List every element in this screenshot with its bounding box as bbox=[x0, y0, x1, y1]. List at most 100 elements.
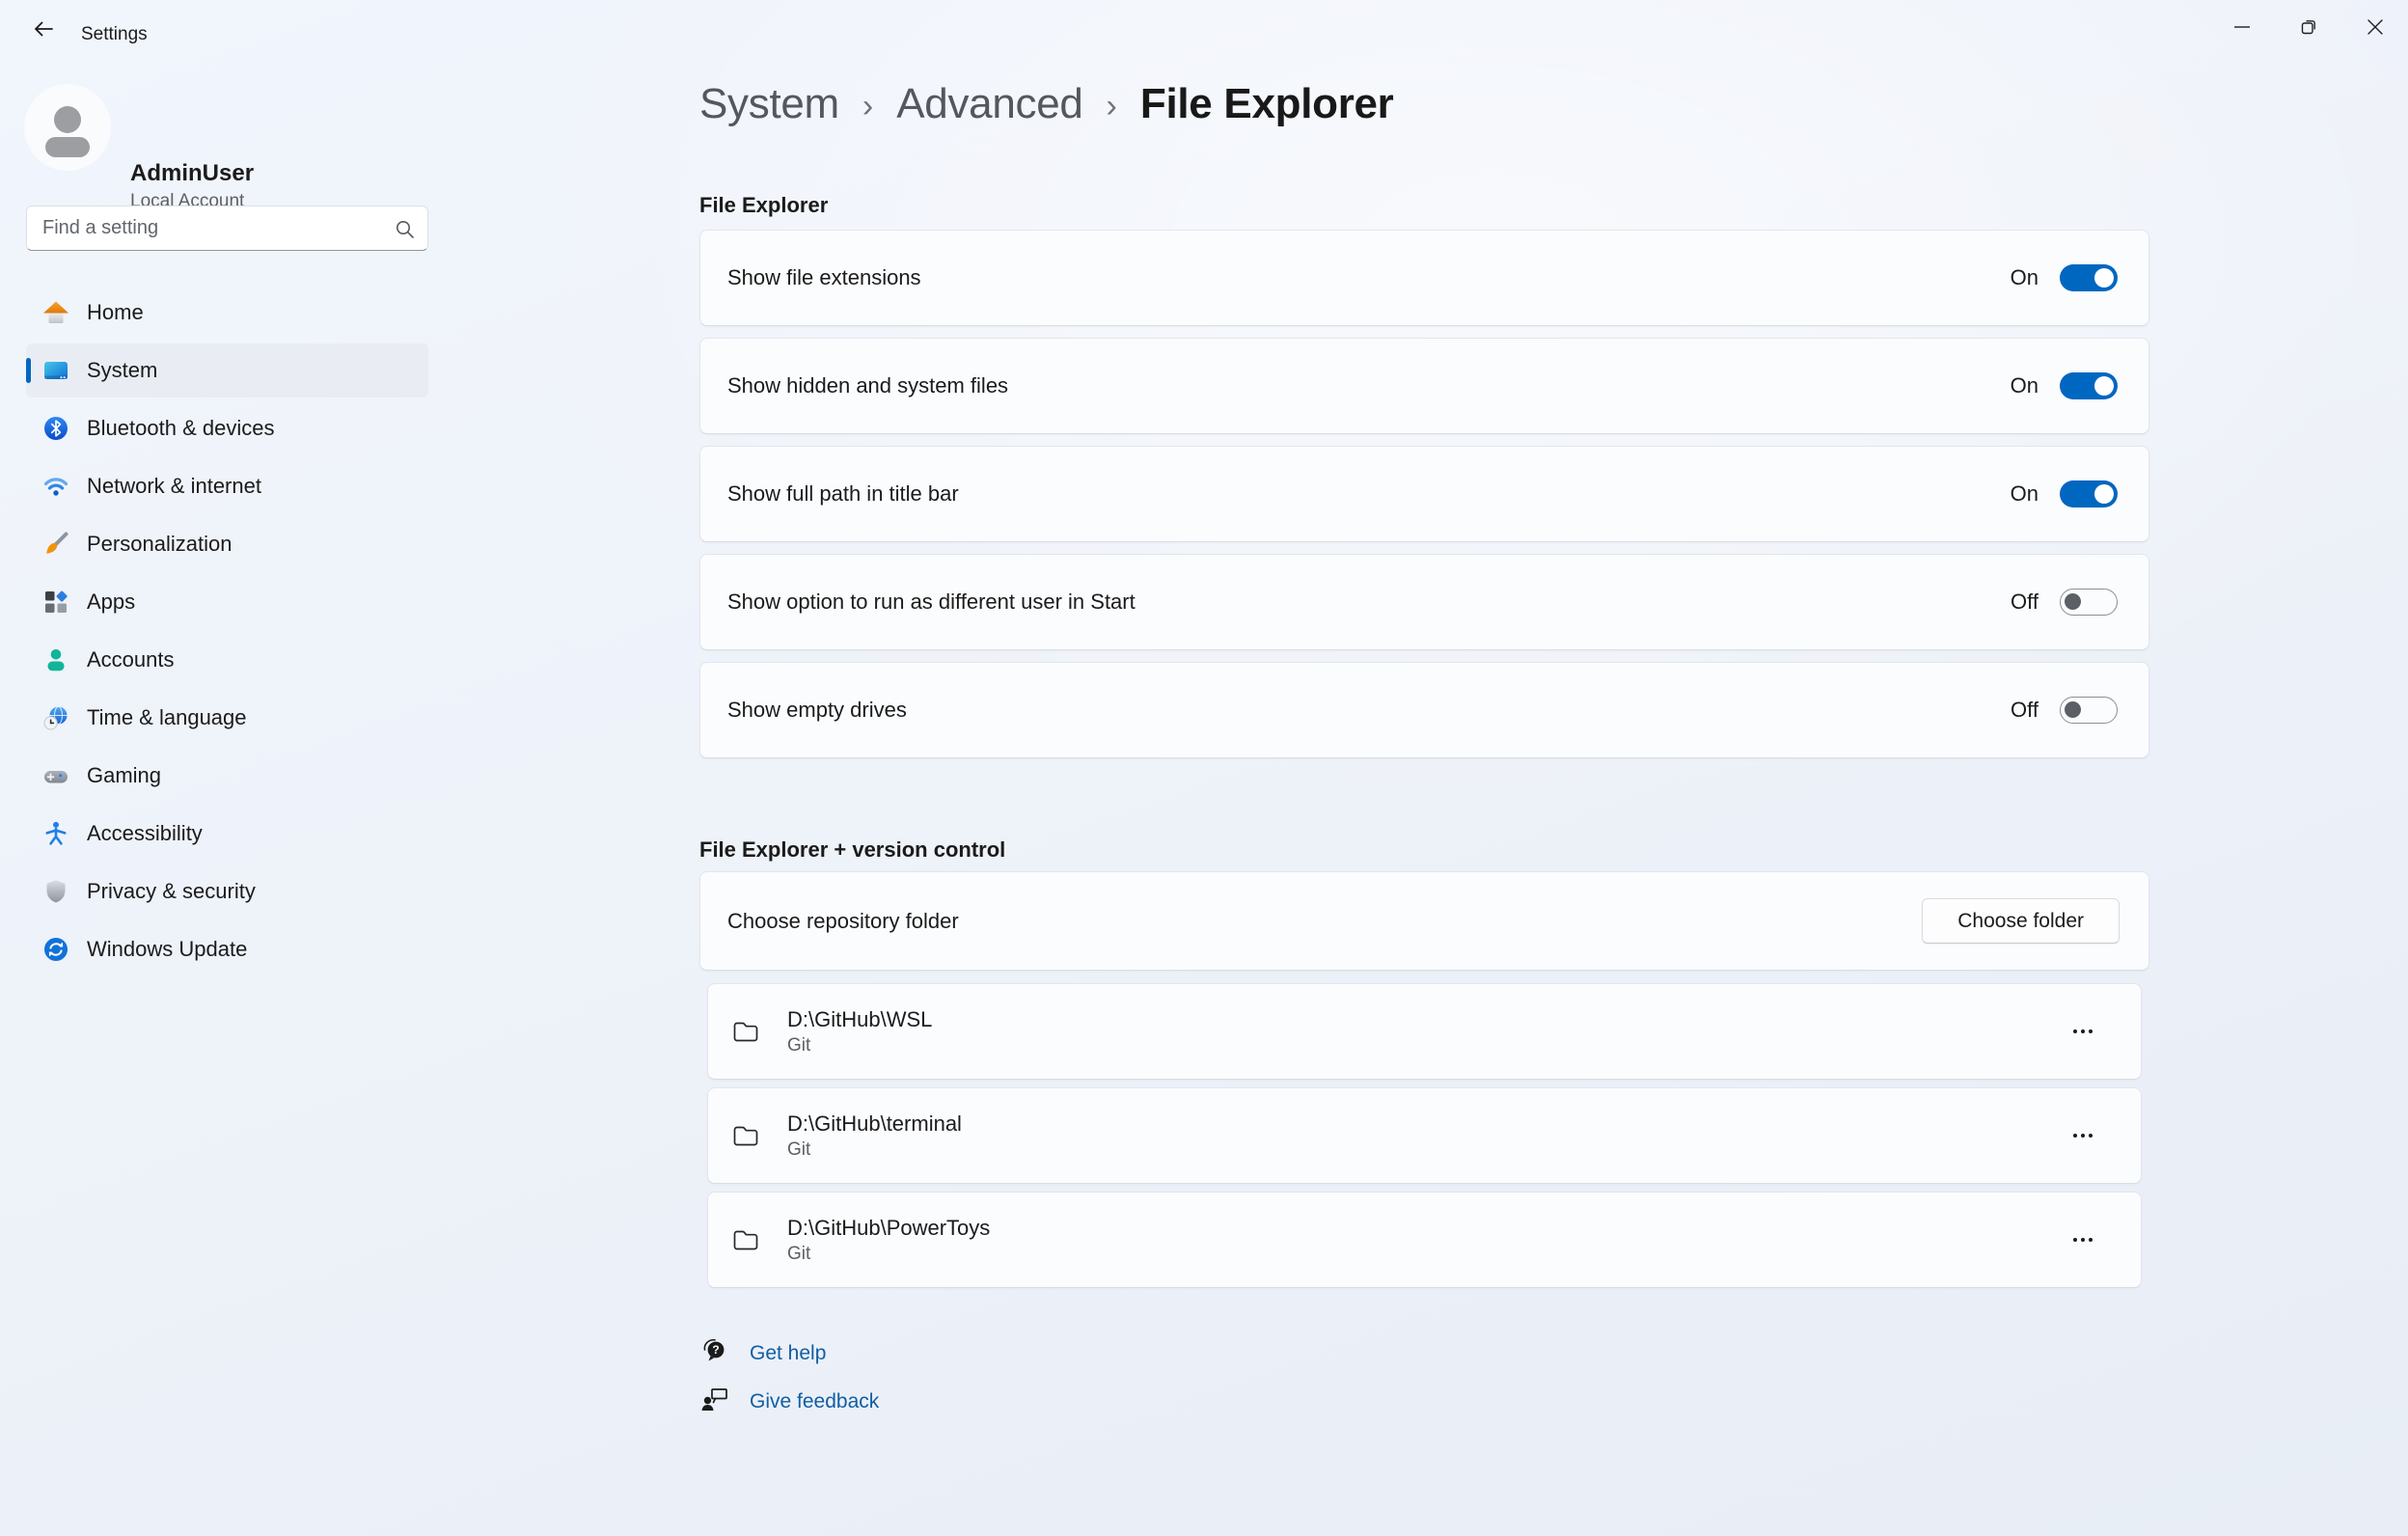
more-options-button[interactable] bbox=[2062, 1012, 2104, 1051]
toggle-show-hidden-files[interactable] bbox=[2060, 372, 2118, 399]
give-feedback-icon bbox=[699, 1385, 730, 1420]
accounts-icon bbox=[42, 646, 69, 673]
sidebar-item-privacy-security[interactable]: Privacy & security bbox=[26, 864, 428, 919]
network-icon bbox=[42, 473, 69, 500]
more-options-button[interactable] bbox=[2062, 1116, 2104, 1155]
minimize-icon bbox=[2233, 18, 2251, 39]
toggle-show-empty-drives[interactable] bbox=[2060, 697, 2118, 724]
home-icon bbox=[42, 299, 69, 326]
sidebar-nav: Home System Bluetooth & devices Network … bbox=[26, 286, 428, 980]
give-feedback-row: Give feedback bbox=[699, 1385, 879, 1418]
window-controls bbox=[2208, 0, 2408, 56]
time-language-icon bbox=[42, 704, 69, 731]
apps-icon bbox=[42, 589, 69, 616]
sidebar-item-label: Accessibility bbox=[87, 821, 203, 846]
section-title-file-explorer: File Explorer bbox=[699, 192, 828, 219]
breadcrumb-separator: › bbox=[862, 84, 873, 125]
sidebar-item-accessibility[interactable]: Accessibility bbox=[26, 807, 428, 861]
back-arrow-icon bbox=[30, 15, 57, 45]
person-icon bbox=[24, 84, 111, 171]
toggle-state-label: On bbox=[2011, 373, 2039, 398]
setting-card-run-as-different-user: Show option to run as different user in … bbox=[699, 554, 2149, 650]
get-help-row: ? Get help bbox=[699, 1337, 826, 1370]
breadcrumb-separator: › bbox=[1107, 84, 1117, 125]
maximize-button[interactable] bbox=[2275, 0, 2341, 56]
toggle-state-label: On bbox=[2011, 481, 2039, 507]
sidebar-item-label: Accounts bbox=[87, 647, 175, 672]
give-feedback-link[interactable]: Give feedback bbox=[750, 1390, 879, 1413]
sidebar-item-bluetooth-devices[interactable]: Bluetooth & devices bbox=[26, 401, 428, 455]
app-title: Settings bbox=[81, 25, 148, 44]
sidebar-item-label: Windows Update bbox=[87, 937, 247, 962]
bluetooth-icon bbox=[42, 415, 69, 442]
accessibility-icon bbox=[42, 820, 69, 847]
privacy-shield-icon bbox=[42, 878, 69, 905]
toggle-run-as-different-user[interactable] bbox=[2060, 589, 2118, 616]
sidebar-item-label: Privacy & security bbox=[87, 879, 256, 904]
settings-window: Settings bbox=[0, 0, 2408, 1536]
choose-repository-card: Choose repository folder Choose folder bbox=[699, 871, 2149, 971]
minimize-button[interactable] bbox=[2208, 0, 2275, 56]
personalization-icon bbox=[42, 531, 69, 558]
sidebar-item-label: Time & language bbox=[87, 705, 247, 730]
repository-type: Git bbox=[787, 1035, 932, 1056]
sidebar-item-personalization[interactable]: Personalization bbox=[26, 517, 428, 571]
breadcrumb-system[interactable]: System bbox=[699, 80, 839, 128]
toggle-state-label: On bbox=[2011, 265, 2039, 290]
sidebar: AdminUser Local Account Home System bbox=[0, 58, 444, 1536]
close-button[interactable] bbox=[2341, 0, 2408, 56]
toggle-show-file-extensions[interactable] bbox=[2060, 264, 2118, 291]
folder-icon bbox=[730, 1226, 761, 1253]
avatar bbox=[24, 84, 111, 171]
search-input[interactable] bbox=[27, 206, 427, 250]
repository-path: D:\GitHub\terminal bbox=[787, 1111, 962, 1137]
sidebar-item-label: Apps bbox=[87, 590, 135, 615]
sidebar-item-label: Network & internet bbox=[87, 474, 261, 499]
sidebar-item-system[interactable]: System bbox=[26, 343, 428, 398]
sidebar-item-accounts[interactable]: Accounts bbox=[26, 633, 428, 687]
breadcrumb: System › Advanced › File Explorer bbox=[699, 80, 1394, 128]
gaming-icon bbox=[42, 762, 69, 789]
main-content: System › Advanced › File Explorer File E… bbox=[699, 0, 2149, 1536]
svg-text:?: ? bbox=[712, 1343, 719, 1357]
sidebar-item-label: Personalization bbox=[87, 532, 232, 557]
sidebar-item-home[interactable]: Home bbox=[26, 286, 428, 340]
back-button[interactable] bbox=[21, 13, 66, 47]
repository-path: D:\GitHub\PowerToys bbox=[787, 1216, 990, 1241]
setting-card-show-full-path: Show full path in title bar On bbox=[699, 446, 2149, 542]
search-box bbox=[26, 206, 428, 251]
sidebar-item-gaming[interactable]: Gaming bbox=[26, 749, 428, 803]
folder-icon bbox=[730, 1122, 761, 1149]
sidebar-item-label: Home bbox=[87, 300, 144, 325]
repository-row: D:\GitHub\PowerToys Git bbox=[707, 1192, 2142, 1288]
repository-path: D:\GitHub\WSL bbox=[787, 1007, 932, 1032]
setting-card-show-hidden-files: Show hidden and system files On bbox=[699, 338, 2149, 434]
repository-type: Git bbox=[787, 1244, 990, 1265]
close-icon bbox=[2367, 18, 2384, 39]
sidebar-item-label: Bluetooth & devices bbox=[87, 416, 274, 441]
setting-card-show-file-extensions: Show file extensions On bbox=[699, 230, 2149, 326]
repository-row: D:\GitHub\WSL Git bbox=[707, 983, 2142, 1080]
more-options-button[interactable] bbox=[2062, 1221, 2104, 1259]
choose-folder-button[interactable]: Choose folder bbox=[1922, 898, 2120, 944]
page-title: File Explorer bbox=[1140, 80, 1394, 128]
system-icon bbox=[42, 357, 69, 384]
sidebar-item-network-internet[interactable]: Network & internet bbox=[26, 459, 428, 513]
windows-update-icon bbox=[42, 936, 69, 963]
breadcrumb-advanced[interactable]: Advanced bbox=[896, 80, 1082, 128]
restore-icon bbox=[2300, 18, 2317, 39]
repository-type: Git bbox=[787, 1139, 962, 1161]
toggle-state-label: Off bbox=[2011, 590, 2039, 615]
sidebar-item-time-language[interactable]: Time & language bbox=[26, 691, 428, 745]
toggle-state-label: Off bbox=[2011, 698, 2039, 723]
section-title-version-control: File Explorer + version control bbox=[699, 837, 1005, 864]
toggle-show-full-path[interactable] bbox=[2060, 480, 2118, 507]
sidebar-item-apps[interactable]: Apps bbox=[26, 575, 428, 629]
user-name: AdminUser bbox=[130, 160, 254, 187]
get-help-icon: ? bbox=[699, 1336, 730, 1372]
get-help-link[interactable]: Get help bbox=[750, 1342, 826, 1365]
search-icon bbox=[395, 219, 415, 244]
sidebar-item-windows-update[interactable]: Windows Update bbox=[26, 922, 428, 976]
setting-card-show-empty-drives: Show empty drives Off bbox=[699, 662, 2149, 758]
sidebar-item-label: Gaming bbox=[87, 763, 161, 788]
